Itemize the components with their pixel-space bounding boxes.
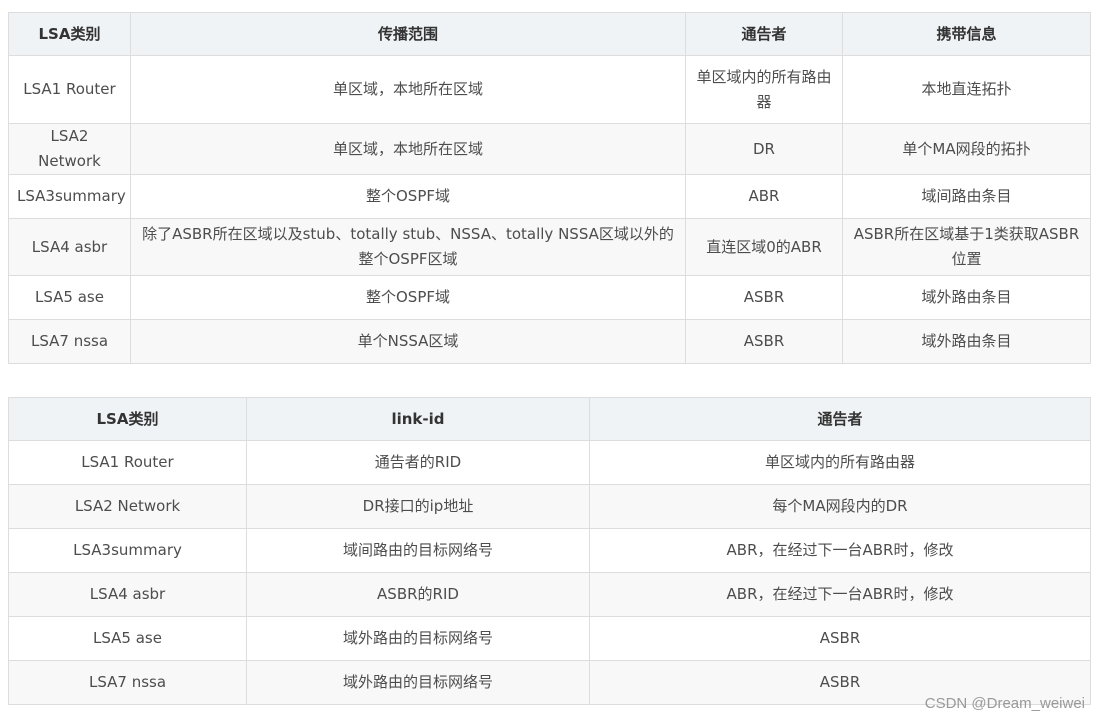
table-cell: ASBR的RID — [246, 572, 590, 617]
table-cell: ASBR — [685, 275, 843, 320]
table-cell: LSA4 asbr — [8, 572, 247, 617]
lsa-scope-table: LSA类别 传播范围 通告者 携带信息 LSA1 Router 单区域，本地所在… — [8, 12, 1091, 364]
table-cell: DR — [685, 123, 843, 175]
table-row: LSA5 ase 域外路由的目标网络号 ASBR — [8, 616, 1091, 661]
table-row: LSA3summary 域间路由的目标网络号 ABR，在经过下一台ABR时，修改 — [8, 528, 1091, 573]
table-cell: ASBR所在区域基于1类获取ASBR位置 — [842, 218, 1091, 276]
table-row: LSA5 ase 整个OSPF域 ASBR 域外路由条目 — [8, 275, 1091, 320]
table-cell: 域间路由条目 — [842, 174, 1091, 219]
table-cell: 单区域，本地所在区域 — [130, 55, 686, 124]
table-cell: LSA1 Router — [8, 55, 131, 124]
watermark: CSDN @Dream_weiwei — [924, 695, 1085, 712]
table-row: LSA2 Network DR接口的ip地址 每个MA网段内的DR — [8, 484, 1091, 529]
table-cell: 单区域，本地所在区域 — [130, 123, 686, 175]
table-cell: 域外路由的目标网络号 — [246, 616, 590, 661]
table-cell: 通告者的RID — [246, 440, 590, 485]
table-row: LSA1 Router 通告者的RID 单区域内的所有路由器 — [8, 440, 1091, 485]
table-cell: 整个OSPF域 — [130, 275, 686, 320]
table-cell: LSA5 ase — [8, 616, 247, 661]
table-cell: LSA1 Router — [8, 440, 247, 485]
table-cell: 域外路由条目 — [842, 275, 1091, 320]
table-cell: 单个MA网段的拓扑 — [842, 123, 1091, 175]
table-cell: 每个MA网段内的DR — [589, 484, 1091, 529]
table-header-row: LSA类别 传播范围 通告者 携带信息 — [8, 12, 1091, 56]
header-lsa-type: LSA类别 — [8, 397, 247, 441]
table-cell: 单区域内的所有路由器 — [589, 440, 1091, 485]
table-cell: LSA4 asbr — [8, 218, 131, 276]
table-cell: LSA7 nssa — [8, 319, 131, 364]
table-cell: LSA5 ase — [8, 275, 131, 320]
table-cell: 除了ASBR所在区域以及stub、totally stub、NSSA、total… — [130, 218, 686, 276]
table-row: LSA7 nssa 单个NSSA区域 ASBR 域外路由条目 — [8, 319, 1091, 364]
table-row: LSA4 asbr ASBR的RID ABR，在经过下一台ABR时，修改 — [8, 572, 1091, 617]
table-cell: DR接口的ip地址 — [246, 484, 590, 529]
table-row: LSA3summary 整个OSPF域 ABR 域间路由条目 — [8, 174, 1091, 219]
header-lsa-type: LSA类别 — [8, 12, 131, 56]
table-cell: ABR，在经过下一台ABR时，修改 — [589, 572, 1091, 617]
table-cell: LSA7 nssa — [8, 660, 247, 705]
table-cell: LSA2 Network — [8, 123, 131, 175]
table-cell: ABR，在经过下一台ABR时，修改 — [589, 528, 1091, 573]
table-cell: ABR — [685, 174, 843, 219]
header-advertiser: 通告者 — [589, 397, 1091, 441]
table-cell: 域外路由条目 — [842, 319, 1091, 364]
table-cell: 本地直连拓扑 — [842, 55, 1091, 124]
table-cell: 整个OSPF域 — [130, 174, 686, 219]
table-cell: 域间路由的目标网络号 — [246, 528, 590, 573]
header-advertiser: 通告者 — [685, 12, 843, 56]
table-cell: LSA3summary — [8, 528, 247, 573]
table-cell: LSA3summary — [8, 174, 131, 219]
table-cell: LSA2 Network — [8, 484, 247, 529]
table-row: LSA1 Router 单区域，本地所在区域 单区域内的所有路由器 本地直连拓扑 — [8, 55, 1091, 124]
table-row: LSA2 Network 单区域，本地所在区域 DR 单个MA网段的拓扑 — [8, 123, 1091, 175]
header-link-id: link-id — [246, 397, 590, 441]
table-header-row: LSA类别 link-id 通告者 — [8, 397, 1091, 441]
table-row: LSA4 asbr 除了ASBR所在区域以及stub、totally stub、… — [8, 218, 1091, 276]
table-cell: ASBR — [685, 319, 843, 364]
header-carried-info: 携带信息 — [842, 12, 1091, 56]
header-flood-scope: 传播范围 — [130, 12, 686, 56]
table-cell: 域外路由的目标网络号 — [246, 660, 590, 705]
table-cell: 单个NSSA区域 — [130, 319, 686, 364]
lsa-linkid-table: LSA类别 link-id 通告者 LSA1 Router 通告者的RID 单区… — [8, 397, 1091, 705]
table-cell: 单区域内的所有路由器 — [685, 55, 843, 124]
table-cell: ASBR — [589, 616, 1091, 661]
table-cell: 直连区域0的ABR — [685, 218, 843, 276]
